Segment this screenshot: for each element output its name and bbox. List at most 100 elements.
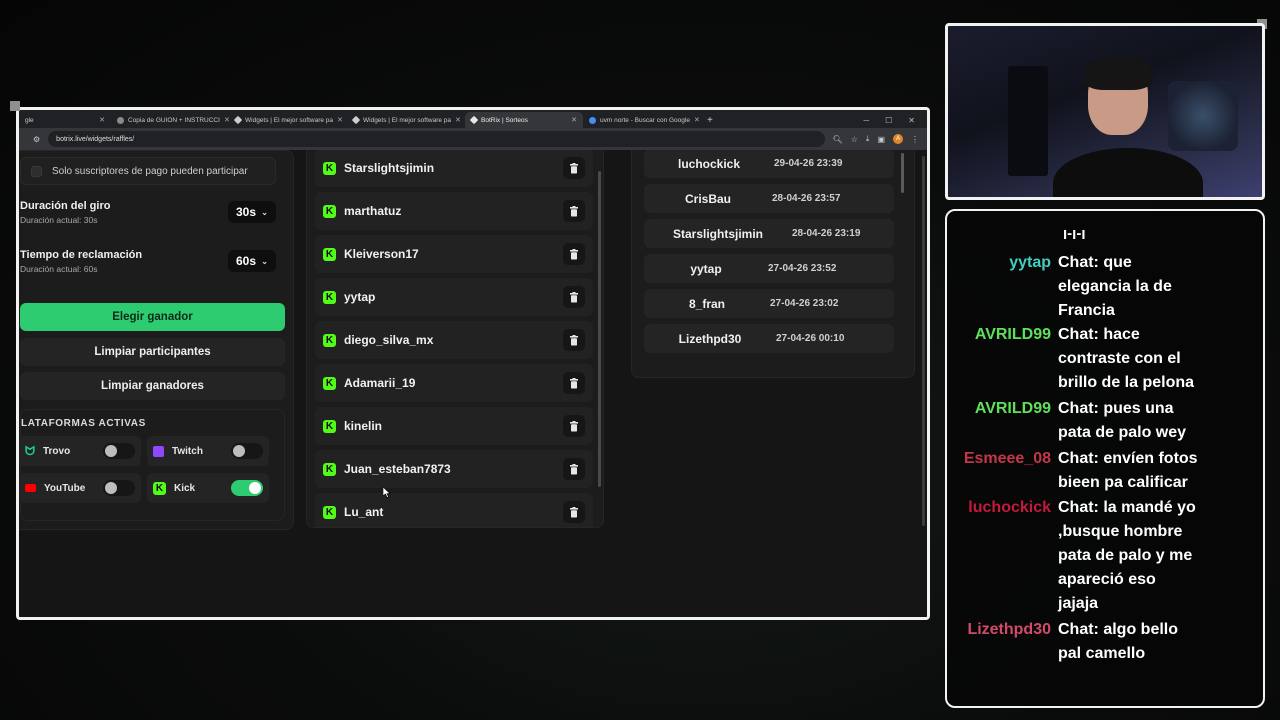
chat-username: luchockick xyxy=(968,499,1051,516)
kick-icon: K xyxy=(323,333,336,347)
delete-participant-button[interactable] xyxy=(563,415,585,437)
pick-winner-button[interactable]: Elegir ganador xyxy=(20,303,285,331)
browser-tab[interactable]: Copia de GUION + INSTRUCCI✕ xyxy=(111,112,229,128)
trash-icon xyxy=(570,377,578,388)
platform-trovo: ᗢ Trovo xyxy=(19,436,141,466)
chat-line: brillo de la pelona xyxy=(1058,374,1195,391)
delete-participant-button[interactable] xyxy=(563,200,585,222)
trovo-toggle[interactable] xyxy=(103,443,135,459)
delete-participant-button[interactable] xyxy=(563,286,585,308)
minimize-icon[interactable]: ─ xyxy=(863,116,869,125)
url-field[interactable]: botrix.live/widgets/raffles/ xyxy=(48,131,825,147)
chat-line: elegancia la de xyxy=(1058,278,1172,295)
claim-time-title: Tiempo de reclamación xyxy=(20,248,143,261)
delete-participant-button[interactable] xyxy=(563,329,585,351)
close-icon[interactable]: ✕ xyxy=(99,116,105,124)
browser-tab-active[interactable]: BotRix | Sorteos ✕ xyxy=(465,112,583,128)
trash-icon xyxy=(570,334,578,345)
chat-username: Lizethpd30 xyxy=(967,621,1051,638)
paid-subs-label: Solo suscriptores de pago pueden partici… xyxy=(52,165,248,177)
chat-text: Chat: algo bello pal camello xyxy=(1057,618,1227,666)
participant-row: K kinelin xyxy=(315,407,593,445)
frame-corner-marker xyxy=(10,101,20,111)
browser-tab[interactable]: uvm norte - Buscar con Google ✕ xyxy=(583,112,701,128)
kick-toggle[interactable] xyxy=(231,480,263,496)
participant-name: Lu_ant xyxy=(344,505,384,519)
trash-icon xyxy=(570,291,578,302)
profile-avatar[interactable]: A xyxy=(893,134,903,144)
bookmark-star-icon[interactable]: ☆ xyxy=(851,135,858,144)
delete-participant-button[interactable] xyxy=(563,372,585,394)
tab-label: Widgets | El mejor software pa xyxy=(363,116,452,124)
clear-winners-button[interactable]: Limpiar ganadores xyxy=(20,372,285,400)
streamer-body xyxy=(1053,148,1203,197)
clear-participants-button[interactable]: Limpiar participantes xyxy=(20,338,285,366)
chat-line: ,busque hombre xyxy=(1058,523,1183,540)
youtube-toggle[interactable] xyxy=(103,480,135,496)
twitch-toggle[interactable] xyxy=(231,443,263,459)
participant-row: K diego_silva_mx xyxy=(315,321,593,359)
browser-tab[interactable]: Widgets | El mejor software pa ✕ xyxy=(229,112,347,128)
youtube-icon xyxy=(25,484,36,492)
url-text: botrix.live/widgets/raffles/ xyxy=(56,135,135,143)
participant-name: yytap xyxy=(344,290,376,304)
chat-line: bieen pa calificar xyxy=(1058,474,1188,491)
participant-name: Starslightsjimin xyxy=(344,161,435,175)
participant-row: K Adamarii_19 xyxy=(315,364,593,402)
close-icon[interactable]: ✕ xyxy=(694,116,700,124)
active-platforms-section: LATAFORMAS ACTIVAS ᗢ Trovo Twitch YouTub… xyxy=(19,409,285,521)
delete-participant-button[interactable] xyxy=(563,458,585,480)
chat-line: Chat: envíen fotos xyxy=(1058,450,1198,467)
menu-kebab-icon[interactable]: ⋮ xyxy=(911,135,919,144)
paid-subs-option[interactable]: Solo suscriptores de pago pueden partici… xyxy=(20,157,276,185)
trash-icon xyxy=(570,420,578,431)
new-tab-button[interactable]: + xyxy=(701,112,719,128)
winner-date: 27-04-26 00:10 xyxy=(776,333,845,344)
raffle-settings-panel: Solo suscriptores de pago pueden partici… xyxy=(19,150,294,530)
close-window-icon[interactable]: ✕ xyxy=(908,116,915,125)
platform-label: Kick xyxy=(174,482,196,494)
participants-scrollbar[interactable] xyxy=(598,171,601,487)
platforms-heading: LATAFORMAS ACTIVAS xyxy=(21,418,146,429)
kick-icon: K xyxy=(323,419,336,433)
trash-icon xyxy=(570,162,578,173)
winner-name: Lizethpd30 xyxy=(678,331,742,346)
participant-name: Kleiverson17 xyxy=(344,247,419,261)
browser-tab[interactable]: Widgets | El mejor software pa ✕ xyxy=(347,112,465,128)
kick-icon: K xyxy=(323,505,336,519)
close-icon[interactable]: ✕ xyxy=(571,116,577,124)
trovo-icon: ᗢ xyxy=(25,443,35,458)
platform-kick: K Kick xyxy=(147,473,269,503)
trash-icon xyxy=(570,506,578,517)
delete-participant-button[interactable] xyxy=(563,243,585,265)
browser-window: gle✕ Copia de GUION + INSTRUCCI✕ Widgets… xyxy=(16,107,930,620)
zoom-icon[interactable]: 🔍︎ xyxy=(833,135,843,144)
page-scrollbar[interactable] xyxy=(922,156,925,526)
download-icon[interactable]: ⤓ xyxy=(866,134,870,144)
participant-row: K Lu_ant xyxy=(315,493,593,527)
participant-row: K Kleiverson17 xyxy=(315,235,593,273)
tab-label: BotRix | Sorteos xyxy=(481,116,528,124)
extensions-icon[interactable]: ▣ xyxy=(877,135,885,144)
winner-row: CrisBau 28-04-26 23:57 xyxy=(644,184,894,213)
paid-subs-checkbox[interactable] xyxy=(31,165,42,177)
browser-tab[interactable]: gle ✕ xyxy=(19,112,111,128)
winners-scrollbar[interactable] xyxy=(901,153,904,193)
close-icon[interactable]: ✕ xyxy=(337,116,343,124)
spin-duration-select[interactable]: 30s ⌄ xyxy=(228,201,276,223)
chat-text: Chat: pues una pata de palo wey xyxy=(1057,397,1227,445)
site-info-icon[interactable]: ⚙ xyxy=(33,135,40,144)
close-icon[interactable]: ✕ xyxy=(455,116,461,124)
maximize-icon[interactable]: ☐ xyxy=(885,116,892,125)
winner-name: Starslightsjimin xyxy=(672,226,764,241)
participant-name: marthatuz xyxy=(344,204,402,218)
delete-participant-button[interactable] xyxy=(563,157,585,179)
streamer-hair xyxy=(1083,56,1153,90)
spin-duration-current: Duración actual: 30s xyxy=(20,214,98,225)
chat-line: apareció eso xyxy=(1058,571,1156,588)
winner-row: Starslightsjimin 28-04-26 23:19 xyxy=(644,219,894,248)
delete-participant-button[interactable] xyxy=(563,501,585,523)
claim-time-select[interactable]: 60s ⌄ xyxy=(228,250,276,272)
chat-line: contraste con el xyxy=(1058,350,1181,367)
chat-text: Chat: envíen fotos bieen pa calificar xyxy=(1057,447,1227,495)
